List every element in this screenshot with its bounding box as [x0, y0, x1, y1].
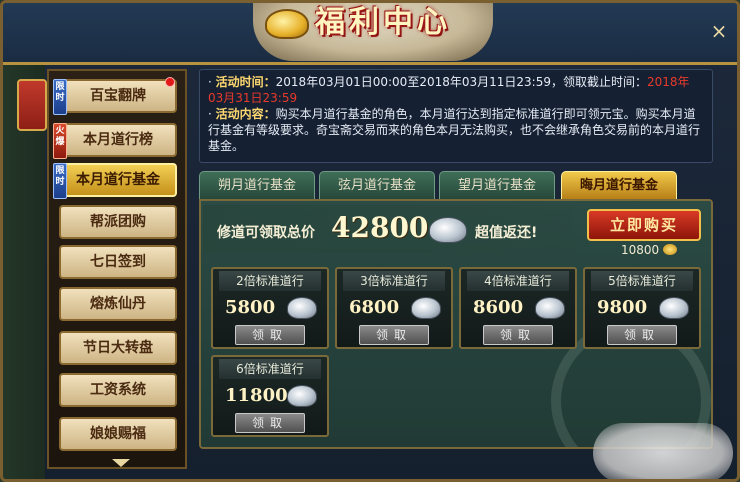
- tab-crescent-moon-fund[interactable]: 弦月道行基金: [319, 171, 435, 199]
- reward-amount: 9800: [597, 297, 648, 318]
- reward-title: 4倍标准道行: [467, 271, 569, 291]
- fund-tabs: 朔月道行基金 弦月道行基金 望月道行基金 晦月道行基金: [199, 171, 683, 199]
- activity-time-label: 活动时间：: [215, 75, 276, 89]
- reward-card: 5倍标准道行 9800 领取: [583, 267, 701, 349]
- silver-ingot-icon: [429, 217, 467, 243]
- welfare-window: 福利中心 × 限时 百宝翻牌 火爆 本月道行榜 限时 本月道行基金 帮派团购 七…: [0, 0, 740, 482]
- notification-dot-icon: [165, 77, 175, 87]
- claim-button[interactable]: 领取: [235, 325, 305, 345]
- silver-ingot-icon: [535, 297, 565, 319]
- buy-price: 10800: [621, 243, 660, 257]
- sidebar-item-monthly-fund[interactable]: 限时 本月道行基金: [53, 163, 177, 199]
- reward-amount: 11800: [225, 385, 288, 406]
- sidebar-item-label: 七日签到: [90, 254, 146, 270]
- sidebar-item-empress-blessing[interactable]: 娘娘赐福: [59, 417, 177, 451]
- claim-button[interactable]: 领取: [483, 325, 553, 345]
- activity-content-line: · 活动内容：购买本月道行基金的角色，本月道行达到指定标准道行即可领元宝。购买本…: [208, 107, 701, 153]
- scroll-down-arrow-icon[interactable]: [112, 459, 130, 467]
- tab-full-moon-fund[interactable]: 望月道行基金: [439, 171, 555, 199]
- banner-suffix: 超值返还!: [475, 225, 538, 241]
- claim-button[interactable]: 领取: [235, 413, 305, 433]
- tab-dark-moon-fund[interactable]: 晦月道行基金: [561, 171, 677, 199]
- window-title: 福利中心: [315, 5, 451, 40]
- claim-button[interactable]: 领取: [607, 325, 677, 345]
- reward-title: 2倍标准道行: [219, 271, 321, 291]
- sidebar-item-label: 节日大转盘: [83, 340, 153, 356]
- activity-info: · 活动时间：2018年03月01日00:00至2018年03月11日23:59…: [199, 69, 713, 163]
- sidebar-item-smelt-pill[interactable]: 熔炼仙丹: [59, 287, 177, 321]
- banner-prefix: 修道可领取总价: [217, 225, 315, 241]
- silver-ingot-icon: [659, 297, 689, 319]
- reward-card: 2倍标准道行 5800 领取: [211, 267, 329, 349]
- banner-total: 42800: [331, 211, 429, 244]
- sidebar-item-festival-wheel[interactable]: 节日大转盘: [59, 331, 177, 365]
- sidebar: 限时 百宝翻牌 火爆 本月道行榜 限时 本月道行基金 帮派团购 七日签到 熔炼仙…: [47, 69, 187, 469]
- claim-button[interactable]: 领取: [359, 325, 429, 345]
- activity-time-line: · 活动时间：2018年03月01日00:00至2018年03月11日23:59…: [208, 75, 690, 105]
- title-bar: 福利中心 ×: [3, 3, 737, 65]
- sidebar-item-salary[interactable]: 工资系统: [59, 373, 177, 407]
- activity-content-label: 活动内容：: [215, 107, 276, 121]
- gold-coin-icon: [663, 244, 677, 255]
- sidebar-item-label: 百宝翻牌: [90, 88, 146, 104]
- reward-amount: 5800: [225, 297, 276, 318]
- hot-tag: 火爆: [53, 123, 67, 159]
- reward-card: 3倍标准道行 6800 领取: [335, 267, 453, 349]
- sidebar-item-label: 帮派团购: [90, 214, 146, 230]
- activity-content-text: 购买本月道行基金的角色，本月道行达到指定标准道行即可领元宝。购买本月道行基金有等…: [208, 107, 701, 153]
- silver-ingot-icon: [287, 385, 317, 407]
- sidebar-item-monthly-rank[interactable]: 火爆 本月道行榜: [53, 123, 177, 159]
- activity-time-text: 2018年03月01日00:00至2018年03月11日23:59，领取截止时间…: [275, 75, 647, 89]
- reward-title: 6倍标准道行: [219, 359, 321, 379]
- reward-amount: 8600: [473, 297, 524, 318]
- silver-ingot-icon: [287, 297, 317, 319]
- sidebar-item-label: 娘娘赐福: [90, 426, 146, 442]
- buy-now-button[interactable]: 立即购买: [587, 209, 701, 241]
- reward-amount: 6800: [349, 297, 400, 318]
- sidebar-item-label: 工资系统: [90, 382, 146, 398]
- reward-title: 3倍标准道行: [343, 271, 445, 291]
- sidebar-item-seven-day-signin[interactable]: 七日签到: [59, 245, 177, 279]
- sidebar-item-guild-group-buy[interactable]: 帮派团购: [59, 205, 177, 239]
- limited-tag: 限时: [53, 79, 67, 115]
- tab-new-moon-fund[interactable]: 朔月道行基金: [199, 171, 315, 199]
- lantern-ornament-icon: [17, 79, 47, 131]
- sidebar-item-label: 熔炼仙丹: [90, 296, 146, 312]
- fund-panel: 修道可领取总价 42800 超值返还! 立即购买 10800 2倍标准道行 58…: [199, 199, 713, 449]
- sidebar-item-treasure-flip[interactable]: 限时 百宝翻牌: [53, 77, 177, 115]
- close-button[interactable]: ×: [707, 19, 731, 43]
- sidebar-item-label: 本月道行榜: [83, 132, 153, 148]
- reward-title: 5倍标准道行: [591, 271, 693, 291]
- total-reward-banner: 修道可领取总价 42800 超值返还!: [203, 205, 573, 253]
- silver-ingot-icon: [411, 297, 441, 319]
- cloud-decoration: [593, 423, 733, 479]
- sidebar-item-label: 本月道行基金: [76, 172, 160, 188]
- reward-card: 6倍标准道行 11800 领取: [211, 355, 329, 437]
- limited-tag: 限时: [53, 163, 67, 199]
- reward-card: 4倍标准道行 8600 领取: [459, 267, 577, 349]
